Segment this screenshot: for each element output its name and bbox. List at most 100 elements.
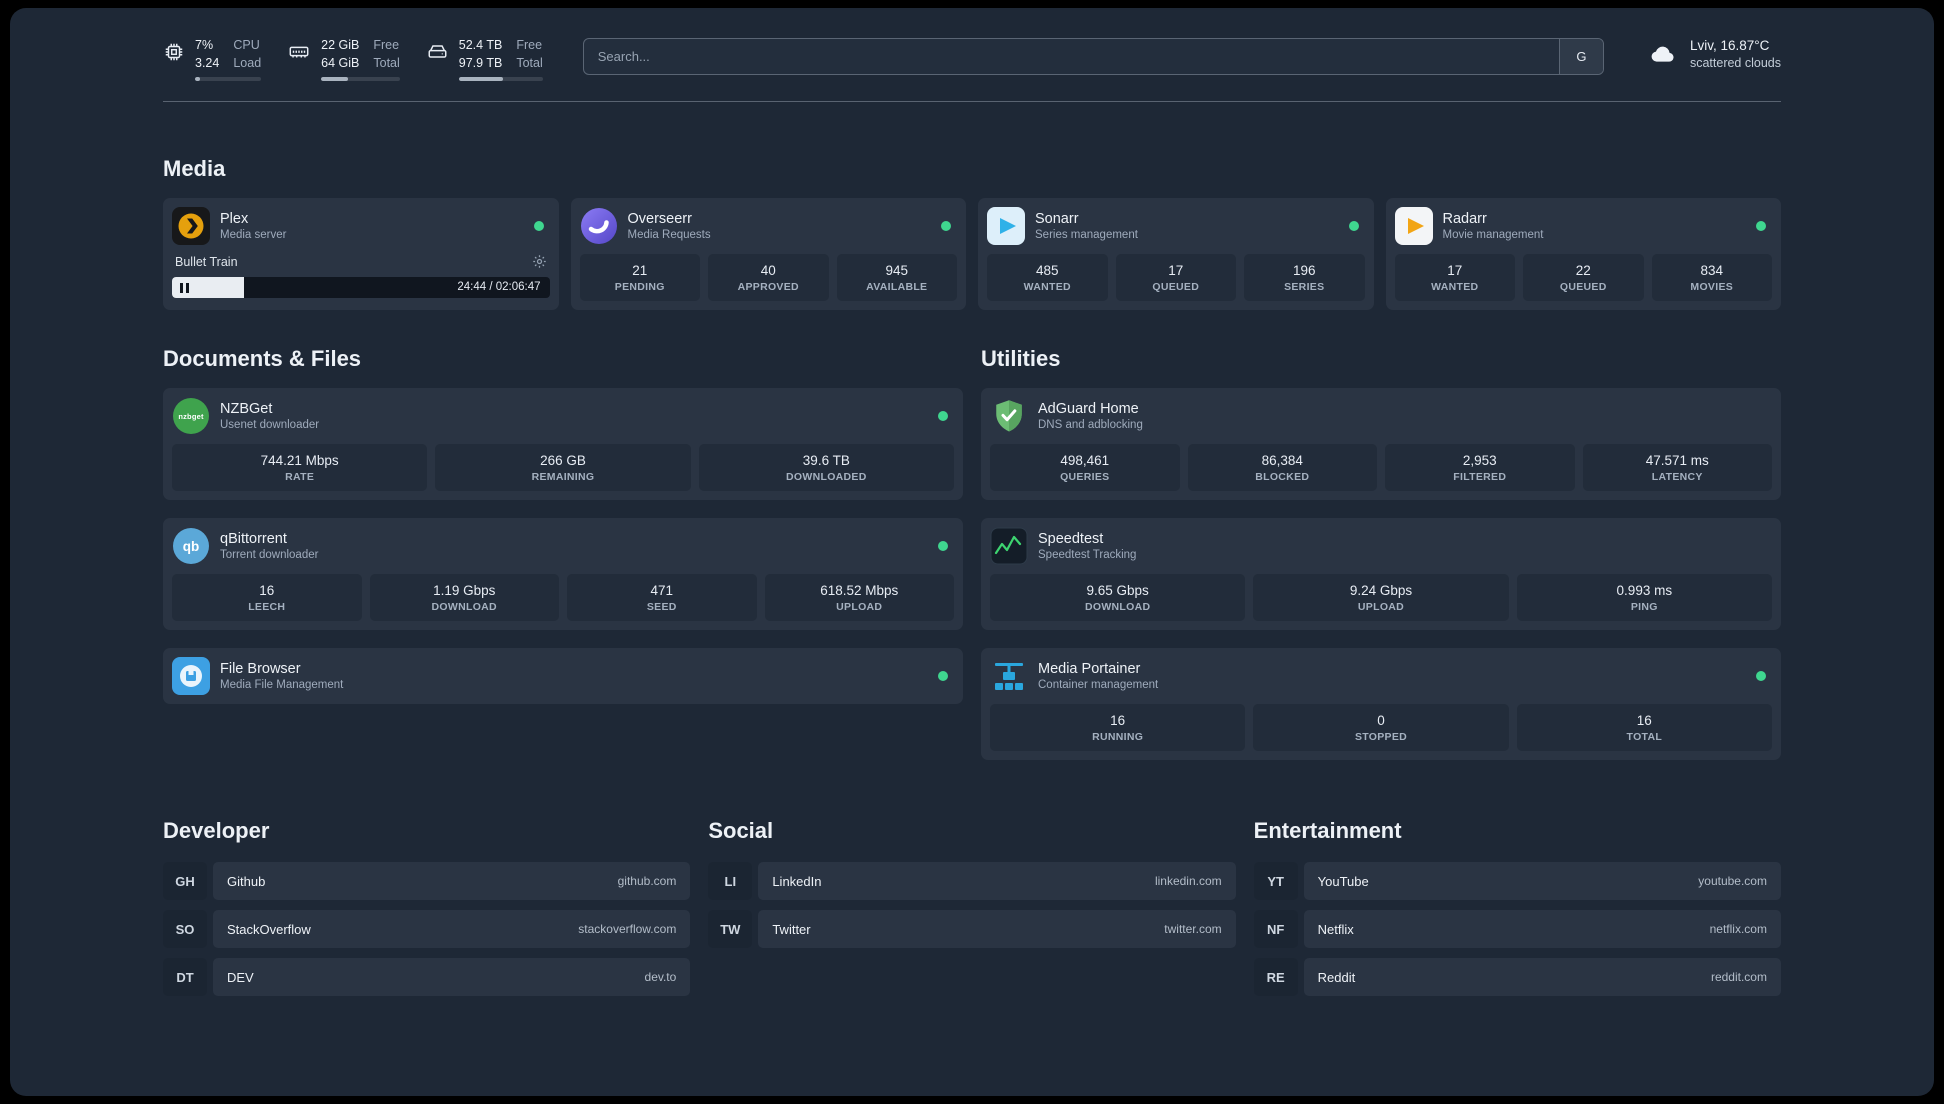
player-settings-icon[interactable]	[532, 254, 547, 269]
search-bar[interactable]: G	[582, 38, 1604, 75]
disk-total: 97.9 TB	[458, 55, 503, 70]
sonarr-name: Sonarr	[1035, 211, 1079, 228]
stat-tile: 0 STOPPED	[1253, 704, 1509, 752]
disk-progress-fill	[458, 77, 504, 82]
filebrowser-name: File Browser	[220, 661, 301, 678]
dashboard-page: 7% 3.24 CPU Load 22 GiB 64 GiB Free Tota…	[10, 8, 1934, 1096]
top-bar: 7% 3.24 CPU Load 22 GiB 64 GiB Free Tota…	[163, 8, 1781, 82]
weather-condition: scattered clouds	[1689, 56, 1781, 70]
stat-tile: 86,384 BLOCKED	[1187, 444, 1377, 492]
plex-card-header[interactable]: Plex Media server	[172, 207, 550, 246]
radarr-stats: 17 WANTED 22 QUEUED 834 MOVIES	[1394, 254, 1772, 302]
section-title-media: Media	[163, 156, 226, 182]
sonarr-stats: 485 WANTED 17 QUEUED 196 SERIES	[987, 254, 1365, 302]
filebrowser-card-header[interactable]: File Browser Media File Management	[172, 657, 954, 696]
stat-tile: 16 LEECH	[172, 574, 362, 622]
stat-tile: 40 APPROVED	[708, 254, 829, 302]
media-cards: Plex Media server Bullet Train 24:44 / 0…	[163, 198, 1781, 311]
adguard-stats: 498,461 QUERIES 86,384 BLOCKED 2,953 FIL…	[990, 444, 1772, 492]
bookmark-abbr: YT	[1253, 862, 1298, 901]
stat-tile: 2,953 FILTERED	[1385, 444, 1575, 492]
sonarr-icon	[987, 207, 1025, 246]
cpu-widget: 7% 3.24 CPU Load	[163, 38, 262, 82]
section-title-entertainment: Entertainment	[1253, 818, 1402, 844]
stat-tile: 16 TOTAL	[1516, 704, 1772, 752]
qbittorrent-card-header[interactable]: qb qBittorrent Torrent downloader	[172, 527, 954, 565]
speedtest-card-header[interactable]: Speedtest Speedtest Tracking	[990, 527, 1772, 565]
stat-tile: 498,461 QUERIES	[990, 444, 1180, 492]
stat-tile: 744.21 Mbps RATE	[172, 444, 428, 492]
overseerr-stats: 21 PENDING 40 APPROVED 945 AVAILABLE	[579, 254, 957, 302]
service-card-nzbget[interactable]: nzbget NZBGet Usenet downloader 744.21 M…	[163, 388, 963, 501]
service-card-overseerr[interactable]: Overseerr Media Requests 21 PENDING 40 A…	[570, 198, 966, 311]
documents-column: Documents & Files nzbget NZBGet Usenet d…	[163, 346, 963, 722]
search-input[interactable]	[583, 39, 1559, 74]
bookmark-youtube[interactable]: YT YouTube youtube.com	[1253, 862, 1781, 901]
stat-tile: 834 MOVIES	[1651, 254, 1772, 302]
search-provider-button[interactable]: G	[1558, 39, 1603, 74]
memory-progress-bar	[321, 77, 400, 82]
qbittorrent-icon: qb	[172, 527, 210, 565]
weather-widget[interactable]: Lviv, 16.87°C scattered clouds	[1644, 38, 1781, 70]
bookmark-stackoverflow[interactable]: SO StackOverflow stackoverflow.com	[163, 910, 691, 949]
service-card-speedtest[interactable]: Speedtest Speedtest Tracking 9.65 Gbps D…	[981, 518, 1781, 631]
stat-tile: 485 WANTED	[987, 254, 1108, 302]
radarr-card-header[interactable]: Radarr Movie management	[1394, 207, 1773, 246]
bookmark-twitter[interactable]: TW Twitter twitter.com	[708, 910, 1236, 949]
bookmark-netflix[interactable]: NF Netflix netflix.com	[1253, 910, 1781, 949]
adguard-card-header[interactable]: AdGuard Home DNS and adblocking	[990, 397, 1772, 435]
stat-tile: 471 SEED	[567, 574, 757, 622]
pause-icon[interactable]	[180, 282, 189, 293]
bookmark-reddit[interactable]: RE Reddit reddit.com	[1253, 958, 1781, 997]
bookmark-abbr: GH	[163, 862, 207, 901]
qbittorrent-status-dot	[938, 541, 948, 552]
service-card-sonarr[interactable]: Sonarr Series management 485 WANTED 17 Q…	[978, 198, 1374, 311]
overseerr-name: Overseerr	[627, 211, 692, 228]
speedtest-icon	[990, 527, 1028, 565]
stat-tile: 9.24 Gbps UPLOAD	[1253, 574, 1509, 622]
disk-icon	[428, 45, 447, 58]
bookmark-abbr: SO	[163, 910, 207, 949]
cpu-label-2: Load	[233, 55, 262, 70]
service-card-adguard[interactable]: AdGuard Home DNS and adblocking 498,461 …	[981, 388, 1781, 501]
cpu-progress-bar	[195, 77, 262, 82]
portainer-card-header[interactable]: Media Portainer Container management	[990, 657, 1772, 695]
bookmark-url: reddit.com	[1710, 970, 1767, 985]
qbittorrent-name: qBittorrent	[220, 531, 287, 548]
bookmark-github[interactable]: GH Github github.com	[163, 862, 691, 901]
bookmark-dev[interactable]: DT DEV dev.to	[163, 958, 691, 997]
bookmark-name: Github	[227, 873, 266, 889]
bookmark-linkedin[interactable]: LI LinkedIn linkedin.com	[708, 862, 1236, 901]
portainer-subtitle: Container management	[1038, 679, 1159, 692]
portainer-stats: 16 RUNNING 0 STOPPED 16 TOTAL	[990, 704, 1772, 752]
stat-tile: 39.6 TB DOWNLOADED	[698, 444, 954, 492]
plex-name: Plex	[220, 211, 249, 228]
service-card-plex[interactable]: Plex Media server Bullet Train 24:44 / 0…	[163, 198, 559, 311]
bookmark-url: twitter.com	[1164, 922, 1222, 937]
stat-tile: 16 RUNNING	[990, 704, 1246, 752]
speedtest-subtitle: Speedtest Tracking	[1038, 549, 1137, 562]
service-card-qbittorrent[interactable]: qb qBittorrent Torrent downloader 16 LEE…	[163, 518, 963, 631]
service-card-filebrowser[interactable]: File Browser Media File Management	[163, 648, 963, 705]
cloud-icon	[1651, 46, 1674, 62]
playback-progress-bar[interactable]: 24:44 / 02:06:47	[172, 277, 550, 299]
filebrowser-status-dot	[938, 671, 948, 682]
nzbget-icon: nzbget	[172, 397, 210, 435]
cpu-load: 3.24	[195, 55, 220, 70]
stat-tile: 1.19 Gbps DOWNLOAD	[369, 574, 559, 622]
entertainment-column: Entertainment YT YouTube youtube.com NF …	[1253, 818, 1781, 1006]
bookmark-url: github.com	[617, 874, 677, 889]
nzbget-card-header[interactable]: nzbget NZBGet Usenet downloader	[172, 397, 954, 435]
cpu-label-1: CPU	[233, 38, 260, 52]
adguard-subtitle: DNS and adblocking	[1038, 419, 1143, 432]
section-title-developer: Developer	[163, 818, 270, 844]
stat-tile: 618.52 Mbps UPLOAD	[764, 574, 954, 622]
service-card-radarr[interactable]: Radarr Movie management 17 WANTED 22 QUE…	[1385, 198, 1781, 311]
overseerr-card-header[interactable]: Overseerr Media Requests	[580, 207, 958, 245]
memory-widget: 22 GiB 64 GiB Free Total	[287, 38, 400, 82]
bookmark-url: youtube.com	[1698, 874, 1767, 889]
sonarr-card-header[interactable]: Sonarr Series management	[987, 207, 1365, 246]
memory-free: 22 GiB	[321, 38, 360, 52]
service-card-portainer[interactable]: Media Portainer Container management 16 …	[981, 648, 1781, 761]
utilities-column: Utilities AdGuard Home DNS and adblockin…	[981, 346, 1781, 778]
